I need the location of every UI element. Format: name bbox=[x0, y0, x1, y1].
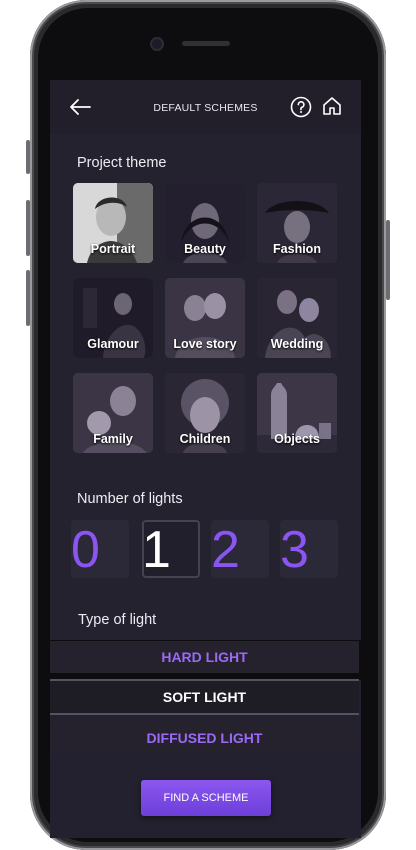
lights-option-0[interactable]: 0 bbox=[71, 520, 129, 578]
lights-option-value: 3 bbox=[280, 521, 309, 578]
lights-option-value: 2 bbox=[211, 521, 240, 578]
number-of-lights-label: Number of lights bbox=[77, 491, 183, 507]
lights-option-value: 1 bbox=[142, 521, 171, 578]
light-type-diffused[interactable]: DIFFUSED LIGHT bbox=[50, 722, 359, 754]
light-type-hard[interactable]: HARD LIGHT bbox=[50, 641, 359, 673]
top-bar: DEFAULT SCHEMES bbox=[50, 80, 361, 134]
lights-option-value: 0 bbox=[71, 521, 100, 578]
find-scheme-button[interactable]: FIND A SCHEME bbox=[141, 780, 271, 816]
tile-label: Fashion bbox=[273, 242, 321, 256]
theme-tile-objects[interactable]: Objects bbox=[257, 373, 337, 453]
speaker-grille bbox=[182, 41, 230, 46]
theme-tile-children[interactable]: Children bbox=[165, 373, 245, 453]
tile-label: Glamour bbox=[87, 337, 139, 351]
tile-label: Portrait bbox=[90, 242, 136, 256]
question-circle-icon[interactable] bbox=[290, 96, 312, 118]
lights-option-2[interactable]: 2 bbox=[211, 520, 269, 578]
lights-option-3[interactable]: 3 bbox=[280, 520, 338, 578]
page-title: DEFAULT SCHEMES bbox=[153, 102, 258, 114]
tile-label: Objects bbox=[274, 432, 320, 446]
home-icon[interactable] bbox=[321, 95, 343, 117]
tile-label: Wedding bbox=[270, 337, 324, 351]
phone-side-button bbox=[26, 140, 30, 174]
light-type-soft[interactable]: SOFT LIGHT bbox=[50, 681, 359, 713]
tile-label: Family bbox=[93, 432, 133, 446]
tile-label: Love story bbox=[173, 337, 237, 351]
theme-tile-portrait[interactable]: Portrait bbox=[73, 183, 153, 263]
light-type-label: HARD LIGHT bbox=[161, 649, 248, 665]
theme-tile-family[interactable]: Family bbox=[73, 373, 153, 453]
theme-tile-beauty[interactable]: Beauty bbox=[165, 183, 245, 263]
type-of-light-label: Type of light bbox=[78, 612, 157, 628]
app-screen: DEFAULT SCHEMES Project theme Portrait B… bbox=[50, 80, 361, 640]
project-theme-label: Project theme bbox=[77, 155, 167, 171]
theme-tile-fashion[interactable]: Fashion bbox=[257, 183, 337, 263]
theme-tile-wedding[interactable]: Wedding bbox=[257, 278, 337, 358]
tile-label: Children bbox=[179, 432, 231, 446]
theme-tile-love-story[interactable]: Love story bbox=[165, 278, 245, 358]
front-camera bbox=[152, 39, 162, 49]
phone-volume-up bbox=[26, 200, 30, 256]
phone-volume-down bbox=[26, 270, 30, 326]
tile-label: Beauty bbox=[184, 242, 226, 256]
phone-power-button bbox=[386, 220, 390, 300]
light-type-label: DIFFUSED LIGHT bbox=[146, 730, 263, 746]
lights-option-1[interactable]: 1 bbox=[142, 520, 200, 578]
theme-tile-glamour[interactable]: Glamour bbox=[73, 278, 153, 358]
light-type-label: SOFT LIGHT bbox=[162, 689, 247, 705]
